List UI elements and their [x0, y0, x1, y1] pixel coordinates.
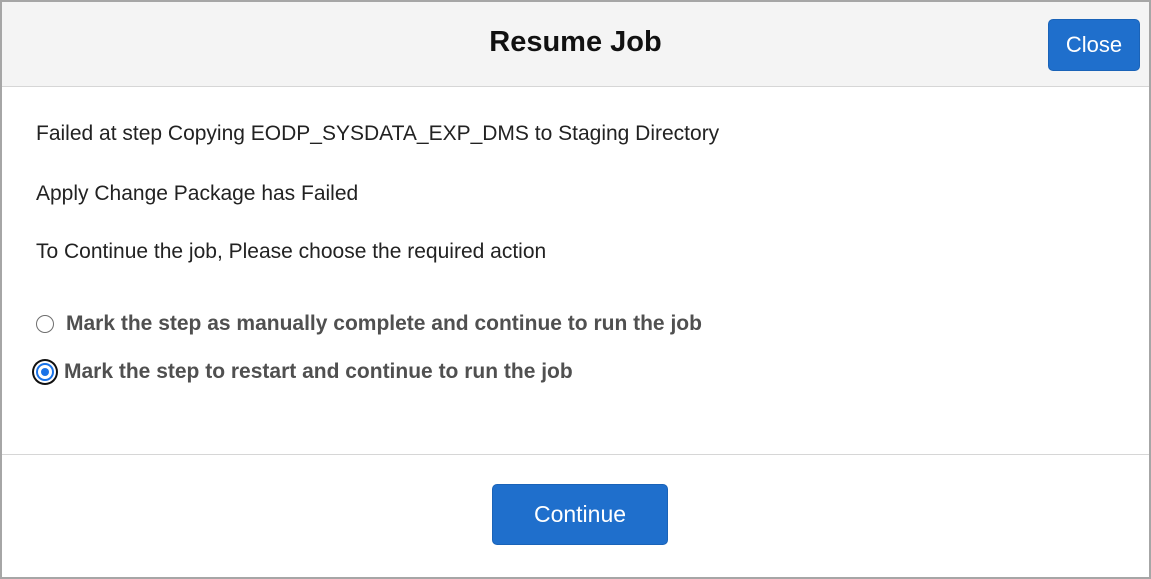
close-button[interactable]: Close [1048, 19, 1140, 71]
option-manually-complete-label[interactable]: Mark the step as manually complete and c… [66, 311, 702, 337]
option-restart-label[interactable]: Mark the step to restart and continue to… [64, 359, 573, 385]
dialog-body: Failed at step Copying EODP_SYSDATA_EXP_… [2, 87, 1149, 454]
resume-job-dialog: Resume Job Close Failed at step Copying … [0, 0, 1151, 579]
failure-step-message: Failed at step Copying EODP_SYSDATA_EXP_… [36, 122, 720, 145]
dialog-header: Resume Job Close [2, 2, 1149, 87]
radio-restart[interactable] [36, 363, 54, 381]
radio-manually-complete[interactable] [36, 315, 54, 333]
instruction-message: To Continue the job, Please choose the r… [36, 240, 547, 263]
continue-button[interactable]: Continue [492, 484, 668, 545]
option-restart[interactable]: Mark the step to restart and continue to… [36, 359, 573, 385]
dialog-title: Resume Job [489, 26, 662, 58]
failure-status-message: Apply Change Package has Failed [36, 182, 359, 205]
dialog-footer: Continue [2, 454, 1149, 578]
option-manually-complete[interactable]: Mark the step as manually complete and c… [36, 311, 702, 337]
